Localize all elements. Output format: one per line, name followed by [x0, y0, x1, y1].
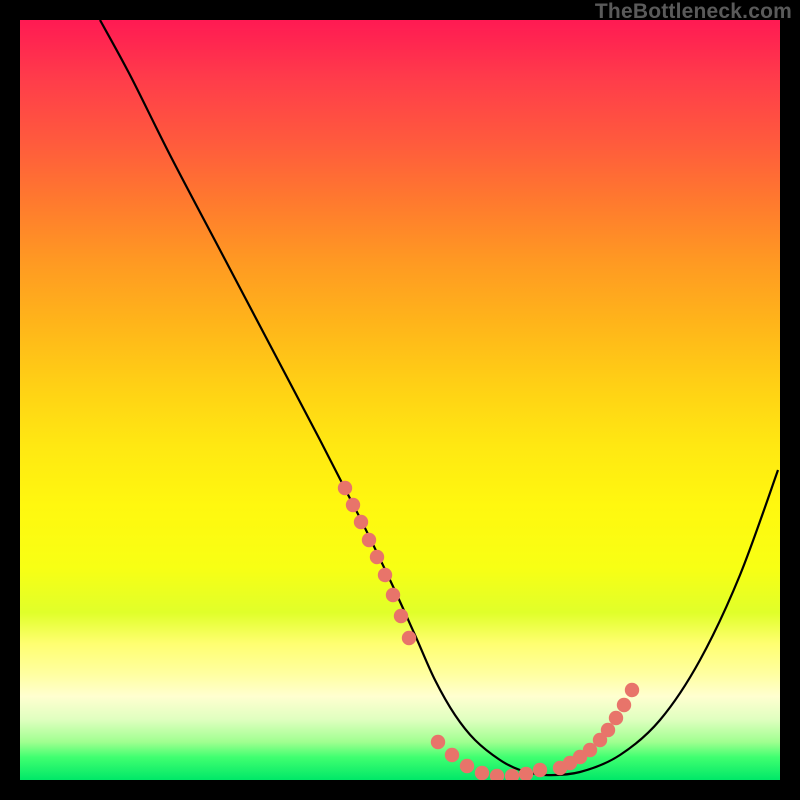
data-dot — [475, 766, 489, 780]
data-dot — [378, 568, 392, 582]
data-dot — [402, 631, 416, 645]
data-dot — [362, 533, 376, 547]
data-dot — [609, 711, 623, 725]
dot-cluster-right — [553, 683, 639, 775]
plot-area — [20, 20, 780, 780]
dot-cluster-left — [338, 481, 416, 645]
data-dot — [625, 683, 639, 697]
data-dot — [338, 481, 352, 495]
data-dot — [370, 550, 384, 564]
data-dot — [460, 759, 474, 773]
data-dot — [490, 769, 504, 780]
bottleneck-curve — [100, 20, 778, 775]
dot-cluster-bottom — [431, 735, 547, 780]
data-dot — [601, 723, 615, 737]
data-dot — [617, 698, 631, 712]
data-dot — [533, 763, 547, 777]
watermark-text: TheBottleneck.com — [595, 0, 792, 24]
data-dot — [505, 769, 519, 780]
data-dot — [386, 588, 400, 602]
data-dot — [346, 498, 360, 512]
chart-svg — [20, 20, 780, 780]
outer-frame: TheBottleneck.com — [0, 0, 800, 800]
data-dot — [431, 735, 445, 749]
data-dot — [445, 748, 459, 762]
data-dot — [354, 515, 368, 529]
data-dot — [519, 767, 533, 780]
data-dot — [394, 609, 408, 623]
